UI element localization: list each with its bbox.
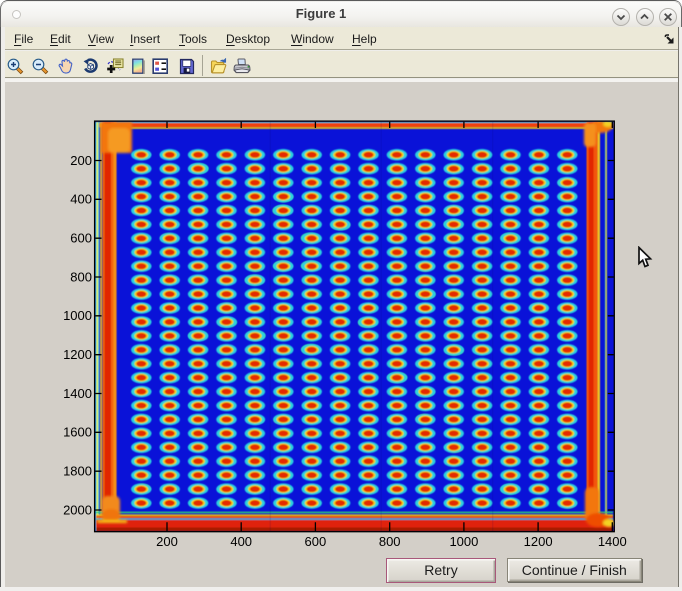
svg-text:1200: 1200 bbox=[524, 534, 553, 549]
svg-text:600: 600 bbox=[305, 534, 327, 549]
svg-text:2000: 2000 bbox=[63, 502, 92, 517]
svg-text:1000: 1000 bbox=[449, 534, 478, 549]
svg-text:400: 400 bbox=[230, 534, 252, 549]
svg-text:1200: 1200 bbox=[63, 347, 92, 362]
svg-text:800: 800 bbox=[379, 534, 401, 549]
svg-text:1600: 1600 bbox=[63, 425, 92, 440]
svg-text:600: 600 bbox=[70, 231, 92, 246]
svg-text:800: 800 bbox=[70, 269, 92, 284]
svg-text:200: 200 bbox=[156, 534, 178, 549]
svg-text:200: 200 bbox=[70, 153, 92, 168]
svg-text:1800: 1800 bbox=[63, 464, 92, 479]
svg-text:1000: 1000 bbox=[63, 308, 92, 323]
svg-text:1400: 1400 bbox=[598, 534, 627, 549]
svg-text:1400: 1400 bbox=[63, 386, 92, 401]
svg-text:400: 400 bbox=[70, 192, 92, 207]
